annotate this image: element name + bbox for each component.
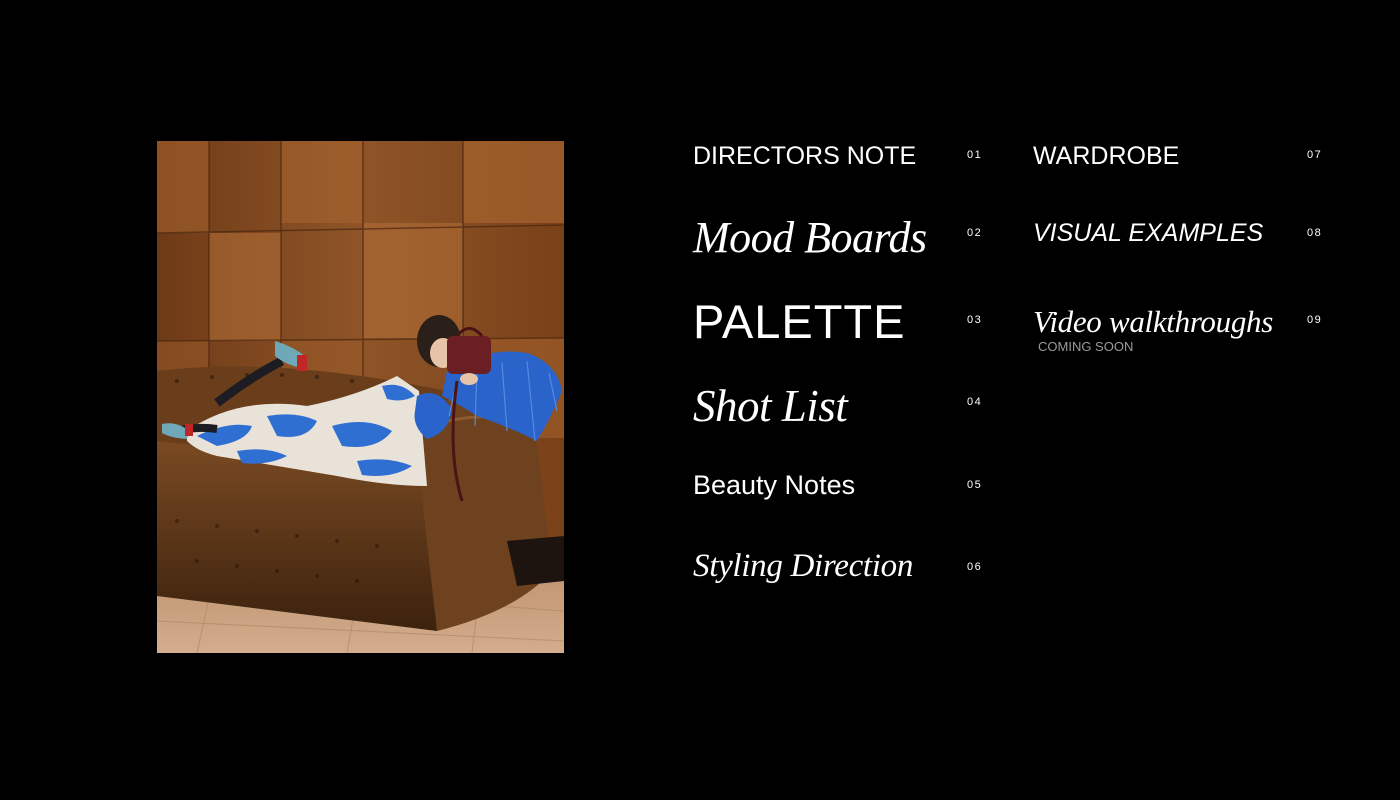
- menu-item-beauty-notes[interactable]: Beauty Notes 05: [693, 467, 985, 507]
- menu-item-styling-direction[interactable]: Styling Direction 06: [693, 548, 985, 592]
- menu-item-number: 05: [967, 479, 983, 491]
- menu-item-label: PALETTE: [693, 295, 906, 348]
- menu-item-number: 07: [1307, 149, 1323, 161]
- menu-item-label: Beauty Notes: [693, 470, 856, 500]
- menu-item-number: 02: [967, 227, 983, 239]
- menu-item-palette[interactable]: PALETTE 03: [693, 292, 985, 352]
- menu-item-number: 09: [1307, 314, 1323, 326]
- hero-photo: [157, 141, 564, 653]
- fashion-photo-image: [157, 141, 564, 653]
- menu-item-shot-list[interactable]: Shot List 04: [693, 378, 985, 434]
- menu-item-label: Shot List: [693, 381, 848, 431]
- menu-item-wardrobe[interactable]: WARDROBE 07: [1033, 138, 1325, 178]
- menu-item-label: WARDROBE: [1033, 142, 1180, 170]
- menu-item-label: DIRECTORS NOTE: [693, 142, 917, 170]
- menu-item-label: Mood Boards: [693, 213, 927, 262]
- menu-item-label: Video walkthroughs: [1033, 304, 1273, 339]
- menu-item-number: 04: [967, 396, 983, 408]
- menu-item-label: VISUAL EXAMPLES: [1033, 219, 1264, 247]
- menu-item-number: 01: [967, 149, 983, 161]
- menu-item-video-walkthroughs[interactable]: Video walkthroughs 09 COMING SOON: [1033, 302, 1325, 358]
- menu-item-number: 03: [967, 314, 983, 326]
- menu-item-label: Styling Direction: [693, 548, 914, 584]
- menu-item-number: 06: [967, 561, 983, 573]
- coming-soon-label: COMING SOON: [1038, 339, 1134, 354]
- menu-item-visual-examples[interactable]: VISUAL EXAMPLES 08: [1033, 216, 1325, 256]
- menu-item-number: 08: [1307, 227, 1323, 239]
- menu-item-directors-note[interactable]: DIRECTORS NOTE 01: [693, 138, 985, 178]
- menu-item-mood-boards[interactable]: Mood Boards 02: [693, 210, 985, 266]
